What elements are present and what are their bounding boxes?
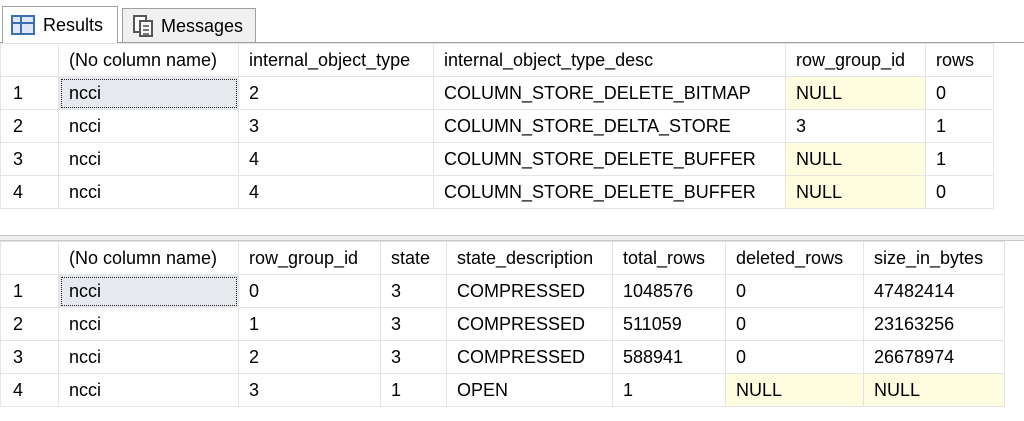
column-header-no-column-name[interactable]: (No column name) — [58, 43, 239, 77]
grid-cell[interactable]: 511059 — [612, 307, 726, 341]
corner-cell[interactable] — [0, 43, 59, 77]
row-number[interactable]: 3 — [0, 340, 59, 374]
tab-messages-label: Messages — [161, 15, 244, 36]
table-row: 4 ncci 4 COLUMN_STORE_DELETE_BUFFER NULL… — [0, 175, 994, 209]
grid-cell[interactable]: ncci — [58, 340, 239, 374]
grid-cell[interactable]: 1048576 — [612, 274, 726, 308]
grid-cell[interactable]: 3 — [380, 340, 447, 374]
grid-cell[interactable]: ncci — [58, 175, 239, 209]
grid-cell-null[interactable]: NULL — [785, 142, 926, 176]
grid-cell-null[interactable]: NULL — [785, 76, 926, 110]
tab-results[interactable]: Results — [2, 6, 118, 43]
grid-cell[interactable]: OPEN — [446, 373, 613, 407]
column-header-row-group-id[interactable]: row_group_id — [238, 241, 381, 275]
results-tabstrip: Results Messages — [0, 0, 1024, 43]
grid-cell[interactable]: 2 — [238, 340, 381, 374]
row-number[interactable]: 2 — [0, 109, 59, 143]
grid-cell[interactable]: 1 — [380, 373, 447, 407]
tab-messages[interactable]: Messages — [122, 8, 256, 43]
grid-cell[interactable]: COLUMN_STORE_DELETE_BUFFER — [433, 175, 786, 209]
grid-cell[interactable]: 1 — [925, 142, 994, 176]
row-number[interactable]: 3 — [0, 142, 59, 176]
corner-cell[interactable] — [0, 241, 59, 275]
row-number[interactable]: 1 — [0, 76, 59, 110]
grid-cell[interactable]: COLUMN_STORE_DELETE_BUFFER — [433, 142, 786, 176]
grid-cell-null[interactable]: NULL — [785, 175, 926, 209]
column-header-row-group-id[interactable]: row_group_id — [785, 43, 926, 77]
grid-cell[interactable]: 23163256 — [863, 307, 1005, 341]
grid-cell[interactable]: 0 — [725, 340, 864, 374]
result-table-2: (No column name) row_group_id state stat… — [0, 241, 1005, 407]
tab-results-label: Results — [43, 14, 104, 35]
grid-cell[interactable]: ncci — [58, 142, 239, 176]
grid-cell[interactable]: 0 — [925, 76, 994, 110]
table-row: 3 ncci 2 3 COMPRESSED 588941 0 26678974 — [0, 340, 1005, 374]
table-row: 1 ncci 0 3 COMPRESSED 1048576 0 47482414 — [0, 274, 1005, 308]
grid-cell[interactable]: ncci — [58, 76, 239, 110]
grid-cell[interactable]: 1 — [238, 307, 381, 341]
row-number[interactable]: 1 — [0, 274, 59, 308]
column-header-rows[interactable]: rows — [925, 43, 994, 77]
result-grid-2[interactable]: (No column name) row_group_id state stat… — [0, 241, 1024, 421]
grid-cell[interactable]: ncci — [58, 307, 239, 341]
table-row: 3 ncci 4 COLUMN_STORE_DELETE_BUFFER NULL… — [0, 142, 994, 176]
grid-cell[interactable]: ncci — [58, 373, 239, 407]
column-header-total-rows[interactable]: total_rows — [612, 241, 726, 275]
grid-cell[interactable]: 4 — [238, 142, 434, 176]
grid-cell[interactable]: 3 — [785, 109, 926, 143]
grid-cell[interactable]: 0 — [925, 175, 994, 209]
grid-cell[interactable]: 2 — [238, 76, 434, 110]
grid-cell[interactable]: COMPRESSED — [446, 307, 613, 341]
grid-cell[interactable]: COLUMN_STORE_DELTA_STORE — [433, 109, 786, 143]
grid-cell[interactable]: 588941 — [612, 340, 726, 374]
header-row: (No column name) internal_object_type in… — [0, 43, 994, 77]
header-row: (No column name) row_group_id state stat… — [0, 241, 1005, 275]
grid-cell[interactable]: 0 — [238, 274, 381, 308]
grid-cell[interactable]: 3 — [380, 274, 447, 308]
row-number[interactable]: 4 — [0, 175, 59, 209]
grid-cell[interactable]: 0 — [725, 274, 864, 308]
column-header-size-in-bytes[interactable]: size_in_bytes — [863, 241, 1005, 275]
grid-cell[interactable]: 26678974 — [863, 340, 1005, 374]
grid-cell[interactable]: 3 — [238, 109, 434, 143]
grid-cell[interactable]: 0 — [725, 307, 864, 341]
column-header-internal-object-type-desc[interactable]: internal_object_type_desc — [433, 43, 786, 77]
grid-cell-null[interactable]: NULL — [725, 373, 864, 407]
grid-cell[interactable]: 47482414 — [863, 274, 1005, 308]
results-grid-icon — [11, 15, 35, 35]
table-row: 4 ncci 3 1 OPEN 1 NULL NULL — [0, 373, 1005, 407]
grid-cell[interactable]: 3 — [380, 307, 447, 341]
grid-cell[interactable]: ncci — [58, 274, 239, 308]
column-header-no-column-name[interactable]: (No column name) — [58, 241, 239, 275]
column-header-state[interactable]: state — [380, 241, 447, 275]
grid-cell[interactable]: 1 — [612, 373, 726, 407]
column-header-state-description[interactable]: state_description — [446, 241, 613, 275]
grid-cell[interactable]: ncci — [58, 109, 239, 143]
grid-cell[interactable]: COMPRESSED — [446, 340, 613, 374]
grid-cell[interactable]: COLUMN_STORE_DELETE_BITMAP — [433, 76, 786, 110]
table-row: 2 ncci 1 3 COMPRESSED 511059 0 23163256 — [0, 307, 1005, 341]
table-row: 1 ncci 2 COLUMN_STORE_DELETE_BITMAP NULL… — [0, 76, 994, 110]
column-header-deleted-rows[interactable]: deleted_rows — [725, 241, 864, 275]
result-table-1: (No column name) internal_object_type in… — [0, 43, 994, 209]
grid-cell-null[interactable]: NULL — [863, 373, 1005, 407]
grid-cell[interactable]: 4 — [238, 175, 434, 209]
row-number[interactable]: 4 — [0, 373, 59, 407]
result-grid-1[interactable]: (No column name) internal_object_type in… — [0, 43, 1024, 235]
grid-cell[interactable]: 3 — [238, 373, 381, 407]
column-header-internal-object-type[interactable]: internal_object_type — [238, 43, 434, 77]
row-number[interactable]: 2 — [0, 307, 59, 341]
messages-icon — [131, 15, 153, 37]
grid-cell[interactable]: COMPRESSED — [446, 274, 613, 308]
grid-cell[interactable]: 1 — [925, 109, 994, 143]
table-row: 2 ncci 3 COLUMN_STORE_DELTA_STORE 3 1 — [0, 109, 994, 143]
